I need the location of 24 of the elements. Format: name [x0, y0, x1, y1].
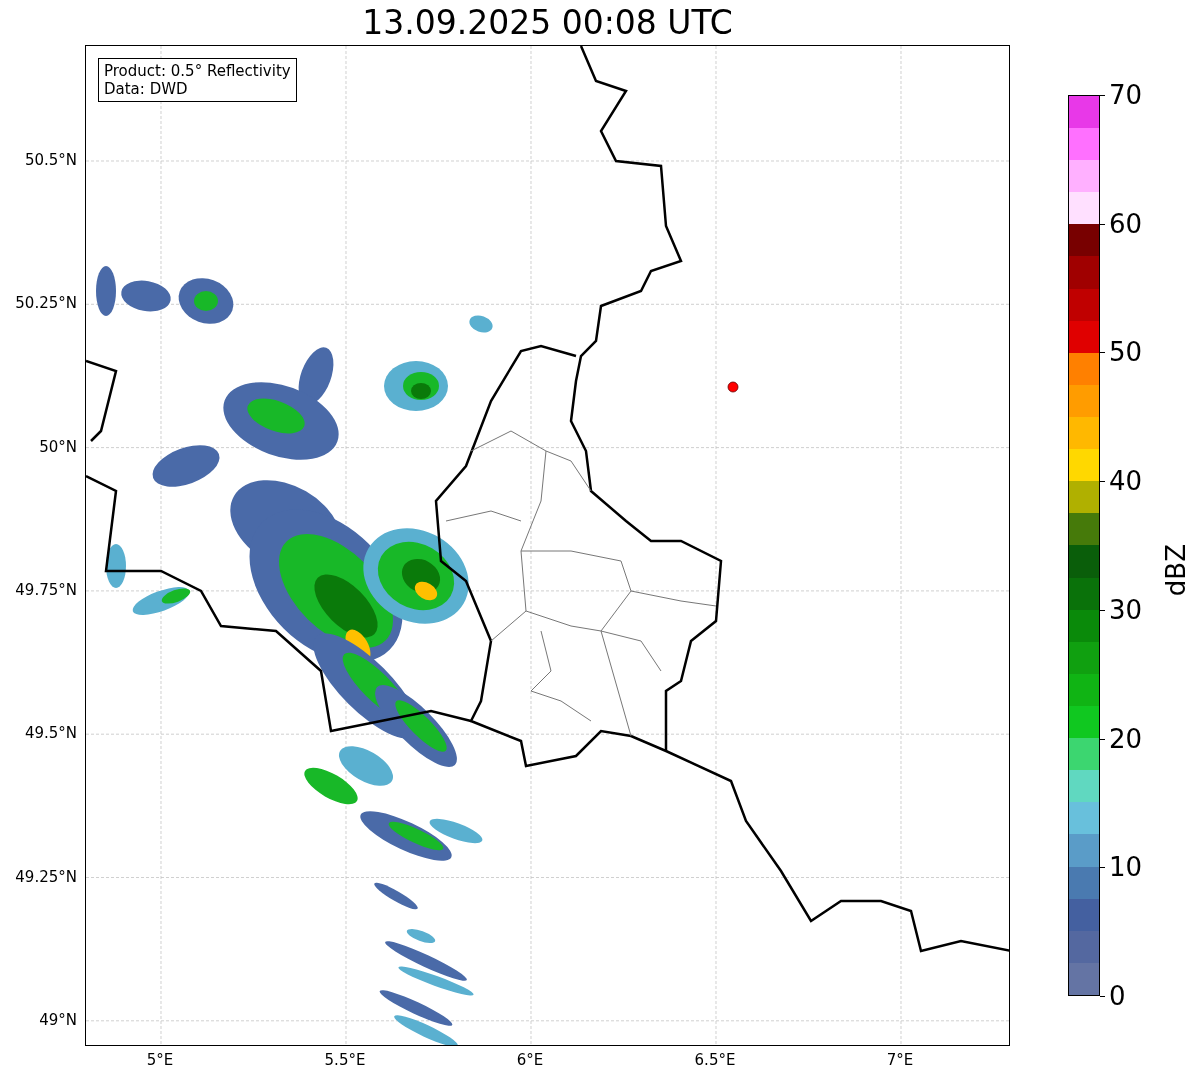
colorbar-tick-label: 70 — [1109, 80, 1143, 110]
latitude-label: 50.5°N — [24, 151, 77, 169]
latitude-label: 49.75°N — [15, 580, 77, 599]
longitude-label: 5.5°E — [324, 1051, 366, 1069]
colorbar-tick-label: 40 — [1109, 466, 1143, 497]
colorbar-tick-label: 0 — [1109, 981, 1126, 1011]
latitude-label: 50.25°N — [15, 294, 77, 313]
colorbar-tick-label: 20 — [1109, 723, 1143, 754]
chart-title: 13.09.2025 00:08 UTC — [361, 2, 734, 44]
longitude-label: 7°E — [886, 1051, 914, 1069]
longitude-label: 6°E — [516, 1051, 544, 1069]
colorbar-tick-label: 10 — [1109, 852, 1143, 883]
latitude-label: 50°N — [39, 437, 77, 456]
latitude-label: 49.25°N — [15, 867, 77, 886]
latitude-label: 49.5°N — [24, 724, 77, 743]
colorbar-tick-label: 50 — [1109, 337, 1143, 368]
colorbar-tick-label: 30 — [1109, 594, 1143, 625]
longitude-label: 6.5°E — [694, 1051, 736, 1069]
legend-text: Data: DWD — [104, 80, 189, 98]
colorbar-label: dBZ — [1161, 544, 1191, 597]
longitude-label: 5°E — [146, 1051, 174, 1069]
legend-text: Product: 0.5° Reflectivity — [104, 62, 291, 80]
colorbar-tick-label: 60 — [1109, 208, 1143, 239]
latitude-label: 49°N — [39, 1010, 77, 1029]
